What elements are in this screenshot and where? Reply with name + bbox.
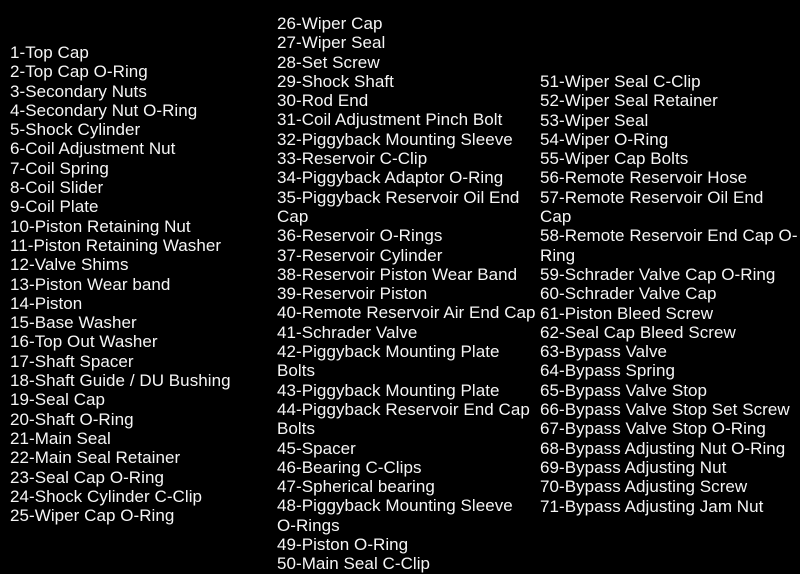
legend-item: 65-Bypass Valve Stop xyxy=(540,380,707,400)
legend-item: 57-Remote Reservoir Oil End Cap xyxy=(540,187,764,227)
legend-item: 38-Reservoir Piston Wear Band xyxy=(277,264,518,284)
legend-item: 29-Shock Shaft xyxy=(277,71,394,91)
legend-item: 31-Coil Adjustment Pinch Bolt xyxy=(277,110,503,130)
legend-item: 16-Top Out Washer xyxy=(10,332,158,352)
legend-item: 51-Wiper Seal C-Clip xyxy=(540,72,701,91)
legend-item: 36-Reservoir O-Rings xyxy=(277,226,443,246)
legend-item: 43-Piggyback Mounting Plate xyxy=(277,380,500,400)
legend-item: 2-Top Cap O-Ring xyxy=(10,62,148,82)
legend-item: 56-Remote Reservoir Hose xyxy=(540,168,748,188)
legend-item: 12-Valve Shims xyxy=(10,255,129,275)
legend-item: 4-Secondary Nut O-Ring xyxy=(10,100,198,120)
legend-item: 46-Bearing C-Clips xyxy=(277,457,422,477)
legend-item: 44-Piggyback Reservoir End Cap Bolts xyxy=(277,399,530,439)
legend-item: 28-Set Screw xyxy=(277,52,380,72)
legend-item: 25-Wiper Cap O-Ring xyxy=(10,506,175,526)
legend-item: 34-Piggyback Adaptor O-Ring xyxy=(277,168,504,188)
legend-item: 14-Piston xyxy=(10,293,83,313)
legend-item: 18-Shaft Guide / DU Bushing xyxy=(10,371,231,391)
legend-item: 8-Coil Slider xyxy=(10,178,104,198)
legend-item: 1-Top Cap xyxy=(10,43,89,62)
legend-column-1: 1-Top Cap 2-Top Cap O-Ring 3-Secondary Nut… xyxy=(10,43,268,525)
legend-item: 15-Base Washer xyxy=(10,313,137,333)
legend-item: 32-Piggyback Mounting Sleeve xyxy=(277,129,513,149)
parts-legend-board: 1-Top Cap 2-Top Cap O-Ring 3-Secondary Nut… xyxy=(0,0,800,573)
legend-item: 53-Wiper Seal xyxy=(540,110,649,130)
legend-item: 67-Bypass Valve Stop O-Ring xyxy=(540,419,766,439)
legend-item: 11-Piston Retaining Washer xyxy=(10,235,222,255)
legend-item: 45-Spacer xyxy=(277,438,356,458)
legend-item: 66-Bypass Valve Stop Set Screw xyxy=(540,400,790,420)
legend-item: 37-Reservoir Cylinder xyxy=(277,245,443,265)
legend-item: 7-Coil Spring xyxy=(10,158,109,178)
legend-item: 5-Shock Cylinder xyxy=(10,120,141,140)
legend-item: 30-Rod End xyxy=(277,91,369,111)
legend-item: 26-Wiper Cap xyxy=(277,14,383,33)
legend-item: 9-Coil Plate xyxy=(10,197,99,217)
legend-item: 61-Piston Bleed Screw xyxy=(540,303,714,323)
legend-item: 23-Seal Cap O-Ring xyxy=(10,467,164,487)
legend-item: 6-Coil Adjustment Nut xyxy=(10,139,176,159)
legend-item: 40-Remote Reservoir Air End Cap xyxy=(277,303,536,323)
legend-item: 27-Wiper Seal xyxy=(277,33,386,53)
legend-column-3: 51-Wiper Seal C-Clip 52-Wiper Seal Retain… xyxy=(540,72,798,516)
legend-item: 69-Bypass Adjusting Nut xyxy=(540,457,727,477)
legend-item: 55-Wiper Cap Bolts xyxy=(540,149,689,169)
legend-item: 52-Wiper Seal Retainer xyxy=(540,91,718,111)
legend-column-2: 26-Wiper Cap 27-Wiper Seal 28-Set Screw 29-… xyxy=(277,14,536,574)
legend-item: 64-Bypass Spring xyxy=(540,361,675,381)
legend-item: 17-Shaft Spacer xyxy=(10,351,134,371)
legend-item: 58-Remote Reservoir End Cap O-Ring xyxy=(540,226,798,265)
legend-item: 68-Bypass Adjusting Nut O-Ring xyxy=(540,438,786,458)
legend-item: 19-Seal Cap xyxy=(10,390,106,410)
legend-item: 62-Seal Cap Bleed Screw xyxy=(540,322,736,342)
legend-item: 3-Secondary Nuts xyxy=(10,81,147,101)
legend-item: 71-Bypass Adjusting Jam Nut xyxy=(540,496,764,516)
legend-item: 39-Reservoir Piston xyxy=(277,284,428,304)
legend-item: 59-Schrader Valve Cap O-Ring xyxy=(540,264,776,284)
legend-item: 54-Wiper O-Ring xyxy=(540,129,669,149)
legend-item: 21-Main Seal xyxy=(10,428,111,448)
legend-item: 70-Bypass Adjusting Screw xyxy=(540,477,748,497)
legend-item: 48-Piggyback Mounting Sleeve O-Rings xyxy=(277,496,513,535)
legend-item: 33-Reservoir C-Clip xyxy=(277,149,428,169)
legend-item: 10-Piston Retaining Nut xyxy=(10,216,191,236)
legend-item: 20-Shaft O-Ring xyxy=(10,409,134,429)
legend-item: 35-Piggyback Reservoir Oil End Cap xyxy=(277,187,520,226)
legend-item: 63-Bypass Valve xyxy=(540,342,668,362)
legend-item: 50-Main Seal C-Clip xyxy=(277,554,431,574)
legend-item: 22-Main Seal Retainer xyxy=(10,448,181,468)
legend-item: 47-Spherical bearing xyxy=(277,477,435,497)
legend-item: 24-Shock Cylinder C-Clip xyxy=(10,486,203,506)
legend-item: 60-Schrader Valve Cap xyxy=(540,284,717,304)
legend-item: 42-Piggyback Mounting Plate Bolts xyxy=(277,342,500,381)
legend-item: 49-Piston O-Ring xyxy=(277,535,409,555)
legend-item: 41-Schrader Valve xyxy=(277,322,418,342)
legend-item: 13-Piston Wear band xyxy=(10,274,171,294)
